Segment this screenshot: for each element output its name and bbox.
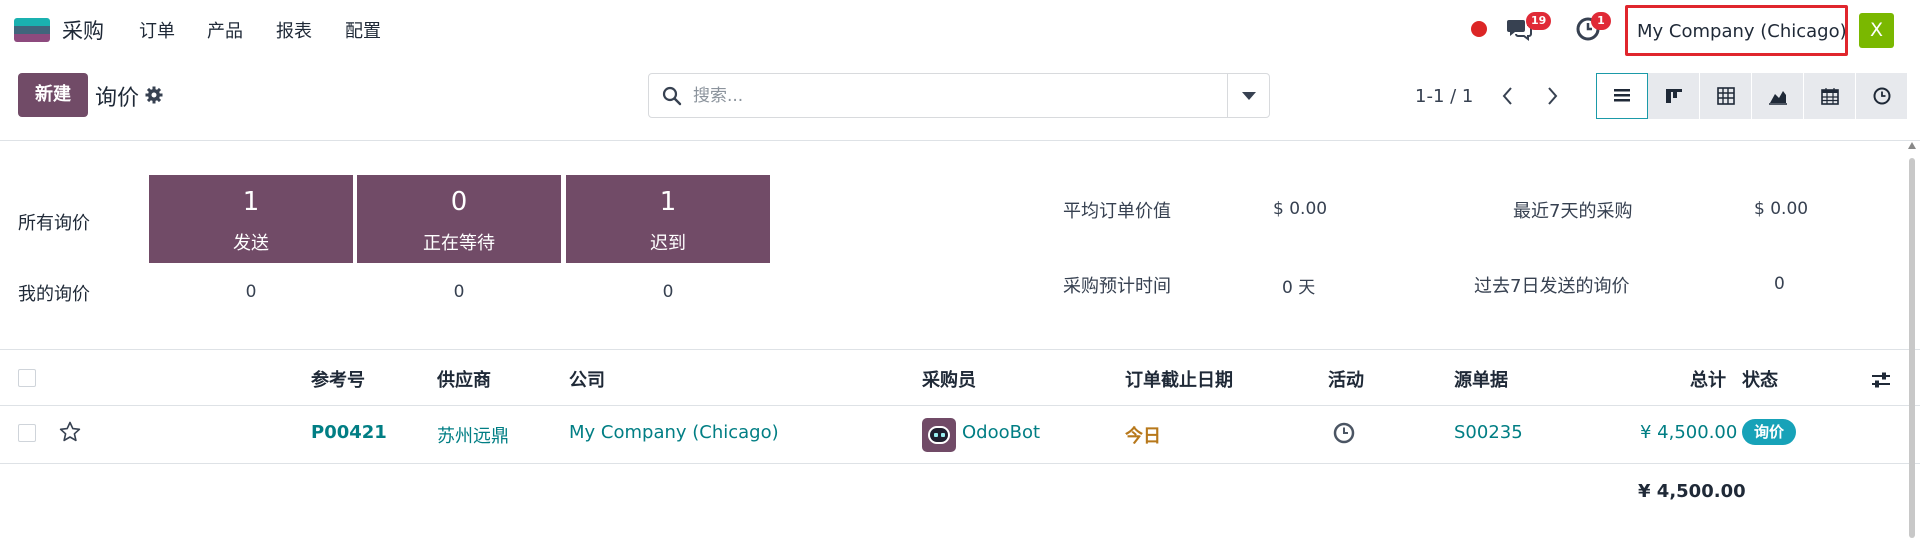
my-rfqs-label: 我的询价 xyxy=(18,284,90,305)
scroll-up-arrow-icon[interactable] xyxy=(1908,142,1916,149)
tile-label: 迟到 xyxy=(650,233,686,254)
page-title: 询价 xyxy=(95,86,140,111)
calendar-icon xyxy=(1820,88,1839,105)
purchase-app-icon[interactable] xyxy=(14,18,50,42)
all-rfqs-label: 所有询价 xyxy=(18,213,90,234)
tile-label: 发送 xyxy=(233,233,269,254)
row-total: ¥ 4,500.00 xyxy=(1640,422,1738,443)
user-avatar[interactable]: X xyxy=(1859,13,1894,48)
pager-value[interactable]: 1-1 / 1 xyxy=(1415,86,1473,107)
select-all-checkbox[interactable] xyxy=(18,369,36,387)
star-icon[interactable] xyxy=(58,420,82,444)
lead-time-label: 采购预计时间 xyxy=(1063,276,1171,297)
col-ref-header[interactable]: 参考号 xyxy=(311,366,365,392)
view-switcher xyxy=(1596,73,1908,119)
record-indicator-icon[interactable] xyxy=(1471,21,1487,37)
nav-reporting[interactable]: 报表 xyxy=(276,17,312,43)
odoobot-avatar xyxy=(922,418,956,452)
company-name: My Company (Chicago) xyxy=(1637,21,1847,42)
caret-down-icon xyxy=(1242,92,1256,100)
table-top-border xyxy=(0,349,1920,350)
control-panel-divider xyxy=(0,140,1920,141)
col-activity-header[interactable]: 活动 xyxy=(1328,366,1364,392)
row-checkbox[interactable] xyxy=(18,424,36,442)
optional-columns-sliders-icon[interactable] xyxy=(1870,370,1892,390)
gear-icon[interactable] xyxy=(145,86,163,104)
col-buyer-header[interactable]: 采购员 xyxy=(922,366,976,392)
last7-label: 最近7天的采购 xyxy=(1513,201,1633,222)
tile-waiting[interactable]: 0 正在等待 xyxy=(357,175,561,263)
row-ref[interactable]: P00421 xyxy=(311,422,387,443)
list-view-button[interactable] xyxy=(1596,73,1648,119)
tile-count: 0 xyxy=(450,187,468,217)
lead-time-value: 0 天 xyxy=(1282,278,1316,298)
activity-clock-icon[interactable] xyxy=(1332,421,1356,445)
my-sent-count[interactable]: 0 xyxy=(149,282,353,302)
my-waiting-count[interactable]: 0 xyxy=(357,282,561,302)
tile-count: 1 xyxy=(242,187,260,217)
scrollbar-thumb[interactable] xyxy=(1909,158,1915,538)
activity-icon xyxy=(1873,87,1890,105)
nav-configuration[interactable]: 配置 xyxy=(345,17,381,43)
tile-label: 正在等待 xyxy=(423,233,495,254)
tile-sent[interactable]: 1 发送 xyxy=(149,175,353,263)
pivot-view-button[interactable] xyxy=(1700,73,1752,119)
col-deadline-header[interactable]: 订单截止日期 xyxy=(1125,366,1233,392)
col-source-header[interactable]: 源单据 xyxy=(1454,366,1508,392)
kanban-icon xyxy=(1665,89,1682,103)
top-navbar: 采购 订单 产品 报表 配置 19 1 My Company (Chicago)… xyxy=(0,0,1920,58)
messages-count-badge: 19 xyxy=(1526,12,1552,30)
search-icon xyxy=(662,86,682,106)
grand-total: ¥ 4,500.00 xyxy=(1638,481,1746,502)
new-button[interactable]: 新建 xyxy=(18,73,88,117)
search-bar xyxy=(648,73,1270,118)
calendar-view-button[interactable] xyxy=(1804,73,1856,119)
tile-late[interactable]: 1 迟到 xyxy=(566,175,770,263)
avg-order-value: $ 0.00 xyxy=(1273,199,1328,219)
sent7-value: 0 xyxy=(1774,274,1785,294)
col-total-header[interactable]: 总计 xyxy=(1690,366,1726,392)
status-badge: 询价 xyxy=(1742,419,1797,445)
avg-order-label: 平均订单价值 xyxy=(1063,201,1171,222)
company-switcher[interactable]: My Company (Chicago) xyxy=(1625,5,1848,56)
vertical-scrollbar[interactable] xyxy=(1908,142,1916,539)
nav-products[interactable]: 产品 xyxy=(207,17,243,43)
list-icon xyxy=(1614,89,1630,102)
row-company[interactable]: My Company (Chicago) xyxy=(569,422,779,443)
graph-view-button[interactable] xyxy=(1752,73,1804,119)
row-deadline: 今日 xyxy=(1125,426,1161,447)
tile-count: 1 xyxy=(659,187,677,217)
activity-view-button[interactable] xyxy=(1856,73,1908,119)
chevron-left-icon[interactable] xyxy=(1496,82,1520,110)
pivot-icon xyxy=(1716,87,1735,105)
graph-icon xyxy=(1768,91,1787,105)
nav-orders[interactable]: 订单 xyxy=(139,17,175,43)
search-options-toggle[interactable] xyxy=(1227,74,1269,117)
sent7-label: 过去7日发送的询价 xyxy=(1474,276,1630,297)
header-bottom-border xyxy=(0,405,1920,406)
my-late-count[interactable]: 0 xyxy=(566,282,770,302)
chevron-right-icon[interactable] xyxy=(1540,82,1564,110)
kanban-view-button[interactable] xyxy=(1648,73,1700,119)
search-input[interactable] xyxy=(693,82,1193,110)
row-buyer[interactable]: OdooBot xyxy=(962,422,1040,443)
col-vendor-header[interactable]: 供应商 xyxy=(437,366,491,392)
last7-value: $ 0.00 xyxy=(1754,199,1809,219)
activities-count-badge: 1 xyxy=(1591,12,1611,30)
col-status-header[interactable]: 状态 xyxy=(1742,366,1778,392)
row-bottom-border xyxy=(0,463,1920,464)
app-name[interactable]: 采购 xyxy=(62,15,104,45)
row-vendor[interactable]: 苏州远鼎 xyxy=(437,422,509,448)
col-company-header[interactable]: 公司 xyxy=(569,366,605,392)
row-source[interactable]: S00235 xyxy=(1454,422,1523,443)
